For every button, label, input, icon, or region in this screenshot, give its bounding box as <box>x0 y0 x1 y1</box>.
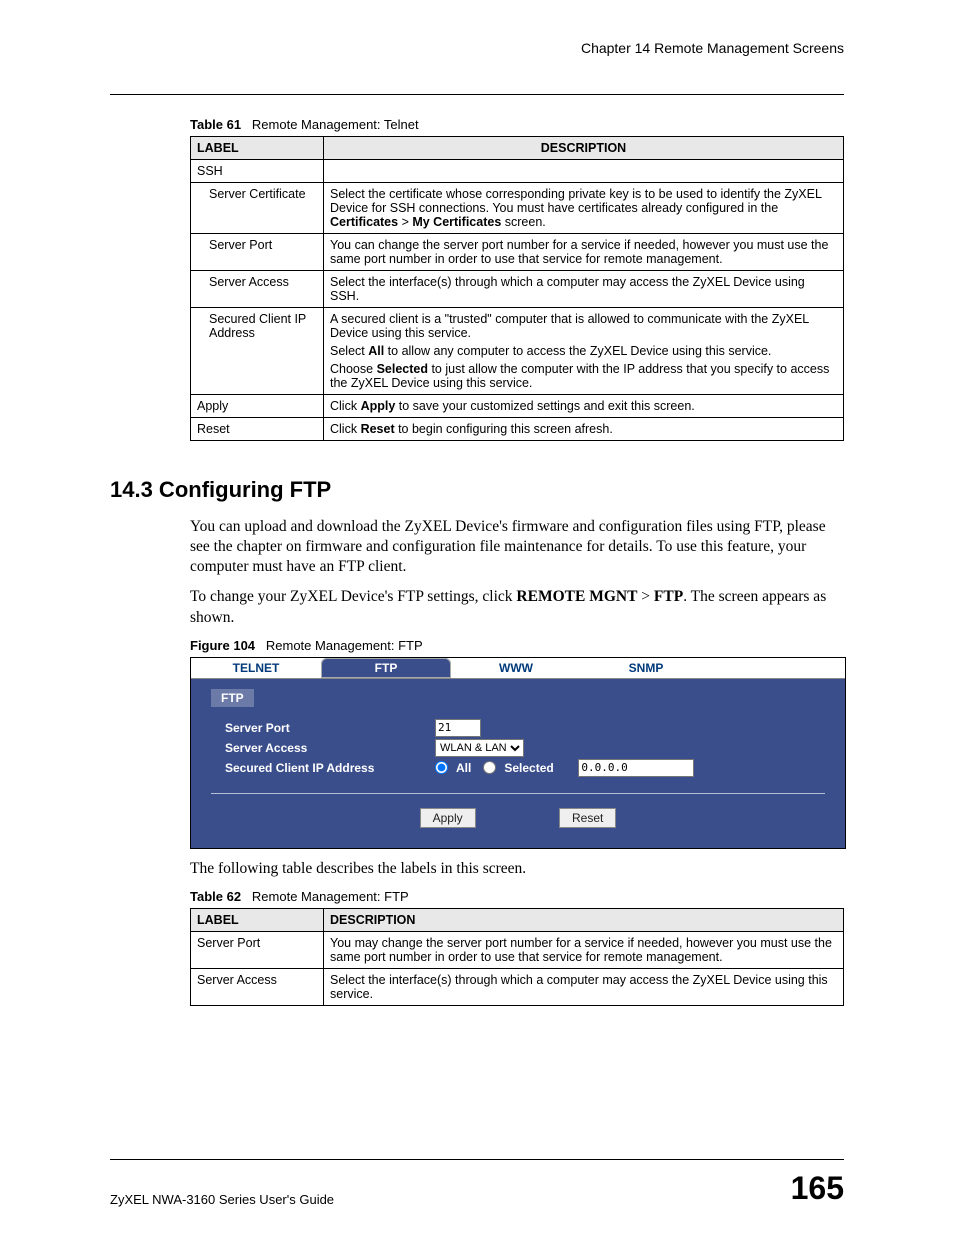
table62-header-label: LABEL <box>191 908 324 931</box>
tab-snmp[interactable]: SNMP <box>581 658 711 678</box>
tab-ftp[interactable]: FTP <box>321 658 451 678</box>
radio-selected-label: Selected <box>504 761 553 775</box>
figure104: TELNET FTP WWW SNMP FTP Server Port Serv… <box>190 657 846 849</box>
table61-servercert-label: Server Certificate <box>191 183 324 234</box>
reset-button[interactable]: Reset <box>559 808 616 828</box>
ftp-panel: FTP Server Port Server Access WLAN & LAN… <box>191 679 845 848</box>
table61-serveraccess-label: Server Access <box>191 271 324 308</box>
label-server-port: Server Port <box>211 721 435 735</box>
section-para1: You can upload and download the ZyXEL De… <box>190 517 844 577</box>
table62-serveraccess-label: Server Access <box>191 968 324 1005</box>
table61-serverport-label: Server Port <box>191 234 324 271</box>
radio-all[interactable] <box>435 761 448 774</box>
table61-servercert-desc: Select the certificate whose correspondi… <box>324 183 844 234</box>
table61-serveraccess-desc: Select the interface(s) through which a … <box>324 271 844 308</box>
table61-header-label: LABEL <box>191 137 324 160</box>
footer-rule <box>110 1159 844 1160</box>
select-server-access[interactable]: WLAN & LAN <box>435 739 524 757</box>
table62-caption: Table 62 Remote Management: FTP <box>190 889 844 904</box>
table61-ssh-desc <box>324 160 844 183</box>
table61-caption: Table 61 Remote Management: Telnet <box>190 117 844 132</box>
table62-serveraccess-desc: Select the interface(s) through which a … <box>324 968 844 1005</box>
header-rule <box>110 94 844 95</box>
panel-section-label: FTP <box>211 689 254 707</box>
panel-divider <box>211 793 825 794</box>
table61-ssh-label: SSH <box>191 160 324 183</box>
after-figure-text: The following table describes the labels… <box>190 859 844 879</box>
page-number: 165 <box>791 1170 844 1207</box>
apply-button[interactable]: Apply <box>420 808 476 828</box>
table61-reset-label: Reset <box>191 418 324 441</box>
table62-serverport-desc: You may change the server port number fo… <box>324 931 844 968</box>
table62-caption-text: Remote Management: FTP <box>252 889 409 904</box>
radio-all-label: All <box>456 761 471 775</box>
table62-serverport-label: Server Port <box>191 931 324 968</box>
tab-www[interactable]: WWW <box>451 658 581 678</box>
table61-reset-desc: Click Reset to begin configuring this sc… <box>324 418 844 441</box>
table61-header-desc: DESCRIPTION <box>324 137 844 160</box>
table61: LABEL DESCRIPTION SSH Server Certificate… <box>190 136 844 441</box>
table61-apply-label: Apply <box>191 395 324 418</box>
label-server-access: Server Access <box>211 741 435 755</box>
section-para2: To change your ZyXEL Device's FTP settin… <box>190 587 844 627</box>
table61-caption-num: Table 61 <box>190 117 241 132</box>
figure104-caption-text: Remote Management: FTP <box>266 638 423 653</box>
table61-apply-desc: Click Apply to save your customized sett… <box>324 395 844 418</box>
table62: LABEL DESCRIPTION Server Port You may ch… <box>190 908 844 1006</box>
chapter-header: Chapter 14 Remote Management Screens <box>110 40 844 64</box>
table61-securedclient-desc: A secured client is a "trusted" computer… <box>324 308 844 395</box>
tab-telnet[interactable]: TELNET <box>191 658 321 678</box>
figure104-caption-num: Figure 104 <box>190 638 255 653</box>
table61-caption-text: Remote Management: Telnet <box>252 117 419 132</box>
label-secured-client-ip: Secured Client IP Address <box>211 761 435 775</box>
section-heading: 14.3 Configuring FTP <box>110 477 844 503</box>
footer-guide-name: ZyXEL NWA-3160 Series User's Guide <box>110 1192 334 1207</box>
figure104-caption: Figure 104 Remote Management: FTP <box>190 638 844 653</box>
radio-selected[interactable] <box>483 761 496 774</box>
table62-header-desc: DESCRIPTION <box>324 908 844 931</box>
table61-securedclient-label: Secured Client IP Address <box>191 308 324 395</box>
table61-serverport-desc: You can change the server port number fo… <box>324 234 844 271</box>
tabs: TELNET FTP WWW SNMP <box>191 658 845 679</box>
page-footer: ZyXEL NWA-3160 Series User's Guide 165 <box>110 1153 844 1207</box>
input-server-port[interactable] <box>435 719 481 737</box>
input-secured-ip[interactable] <box>578 759 694 777</box>
table62-caption-num: Table 62 <box>190 889 241 904</box>
